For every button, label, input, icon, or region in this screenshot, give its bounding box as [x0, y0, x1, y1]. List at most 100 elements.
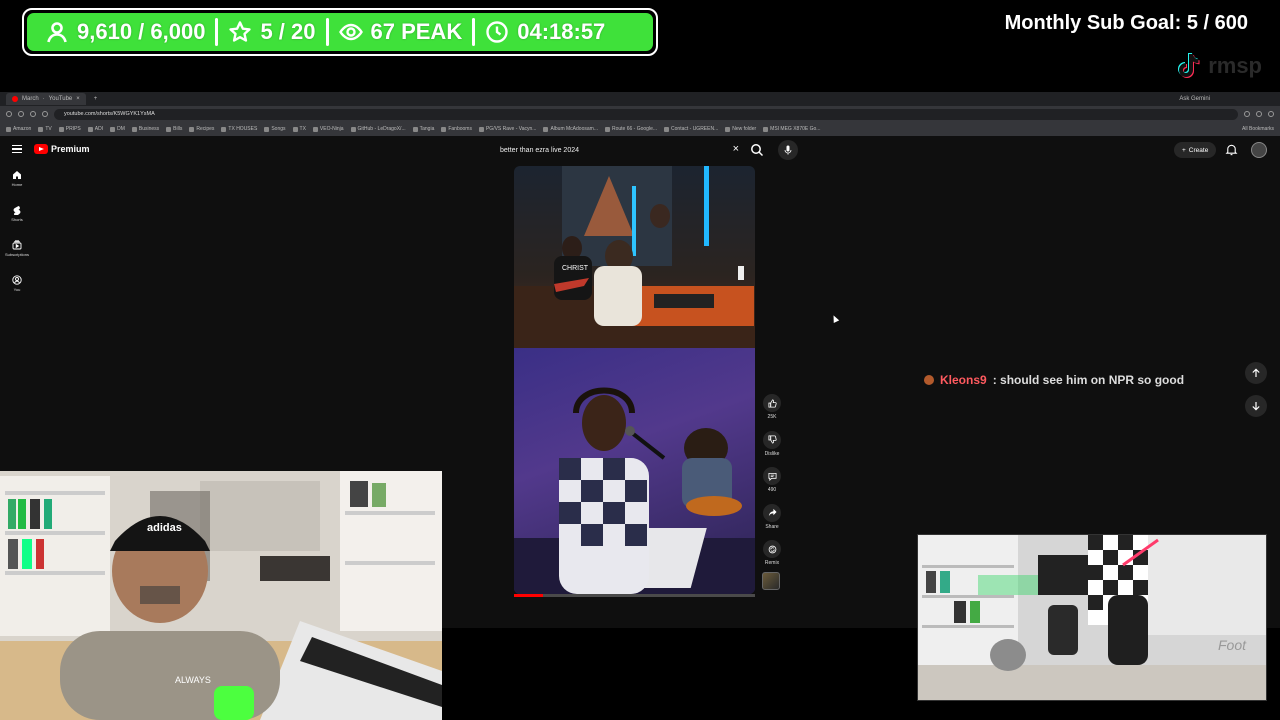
microphone-icon — [784, 145, 792, 155]
shorts-video[interactable]: CHRIST — [514, 166, 755, 594]
bookmark-item[interactable]: DM — [110, 126, 125, 132]
star-icon — [229, 21, 252, 42]
viewers-value: 67 PEAK — [370, 19, 463, 44]
bookmark-label: TX HOUSES — [228, 126, 258, 132]
bookmark-item[interactable]: TX — [292, 126, 306, 132]
bookmark-item[interactable]: PG/VS Rave - Vacyn... — [478, 126, 536, 132]
new-tab-icon[interactable]: + — [94, 96, 98, 102]
notifications-bell-icon[interactable] — [1225, 143, 1238, 156]
bookmark-item[interactable]: New folder — [725, 126, 756, 132]
search-input[interactable]: better than ezra live 2024 × — [493, 141, 745, 159]
comments-action[interactable]: 490 — [760, 467, 784, 504]
bookmark-item[interactable]: Business — [131, 126, 159, 132]
clear-search-icon[interactable]: × — [733, 143, 739, 155]
profile-icon[interactable] — [1268, 111, 1274, 117]
shorts-navigation — [1245, 362, 1267, 428]
folder-icon — [110, 126, 116, 132]
chat-text: : should see him on NPR so good — [992, 373, 1185, 387]
like-action[interactable]: 25K — [760, 394, 784, 431]
sound-thumbnail[interactable] — [762, 572, 780, 590]
dislike-action[interactable]: Dislike — [760, 430, 784, 468]
bookmark-item[interactable]: Recipes — [189, 126, 214, 132]
bookmarks-bar: Amazon TV PRIPS ADI DM Business Bills Recipes TX… — [0, 122, 1280, 136]
bookmark-item[interactable]: Fanbooms — [441, 126, 472, 132]
tab-bar: March · YouTube × + Ask Gemini — [0, 92, 1280, 106]
you-icon — [12, 275, 22, 285]
subscriptions-icon — [12, 240, 22, 250]
bookmark-item[interactable]: Album McAdoosam... — [543, 126, 598, 132]
premium-label: Premium — [51, 144, 90, 154]
bookmark-label: VEO-Ninja — [319, 126, 344, 132]
sub-goal-label: Monthly Sub Goal: 5 / 600 — [1004, 12, 1248, 34]
streamer-webcam: adidas ALWAYS — [0, 471, 442, 720]
bookmark-label: Fanbooms — [448, 126, 472, 132]
all-bookmarks-button[interactable]: All Bookmarks — [1242, 126, 1274, 132]
bookmark-item[interactable]: Bills — [166, 126, 182, 132]
video-progress-bar[interactable] — [514, 594, 755, 597]
bookmark-item[interactable]: PRIPS — [58, 126, 81, 132]
search-query: better than ezra live 2024 — [500, 146, 579, 154]
youtube-logo[interactable]: Premium — [34, 144, 90, 154]
url-field[interactable]: youtube.com/shorts/K5WGYK1YsMA — [54, 108, 1238, 120]
share-action[interactable]: Share — [760, 503, 784, 541]
voice-search-button[interactable] — [778, 140, 798, 160]
bookmark-item[interactable]: Amazon — [6, 126, 31, 132]
stars-value: 5 / 20 — [260, 19, 316, 44]
youtube-sidebar: Home Shorts Subscriptions You — [0, 170, 34, 310]
bookmark-item[interactable]: TV — [38, 126, 52, 132]
stars-stat: 5 / 20 — [218, 19, 325, 45]
bookmark-item[interactable]: TX HOUSES — [221, 126, 257, 132]
folder-icon — [264, 126, 270, 132]
next-short-button[interactable] — [1245, 395, 1267, 417]
folder-icon — [412, 126, 418, 132]
bookmark-label: DM — [117, 126, 125, 132]
previous-short-button[interactable] — [1245, 362, 1267, 384]
comment-count: 490 — [767, 487, 777, 493]
bookmark-item[interactable]: Tangia — [412, 126, 434, 132]
sidebar-item-label: Subscriptions — [4, 252, 29, 257]
video-bottom-scene — [514, 348, 755, 594]
bookmark-item[interactable]: Songs — [264, 126, 286, 132]
thumbs-down-icon — [767, 435, 777, 444]
home-icon — [13, 171, 21, 179]
shirt-text: CHRIST — [562, 265, 589, 272]
youtube-play-icon — [34, 144, 48, 154]
sidebar-item-shorts[interactable]: Shorts — [0, 205, 34, 240]
ask-gemini-button[interactable]: Ask Gemini — [1179, 96, 1210, 102]
bookmark-label: Recipes — [196, 126, 215, 132]
bookmark-label: Songs — [271, 126, 286, 132]
video-top-scene: CHRIST — [514, 166, 755, 348]
back-icon[interactable] — [6, 111, 12, 117]
tiktok-icon — [1178, 53, 1200, 78]
stream-screen: 9,610 / 6,000 5 / 20 67 PEAK 04:18:57 Mo… — [0, 0, 1280, 720]
bookmark-item[interactable]: Contact - UGREEN... — [664, 126, 718, 132]
shorts-actions: 25K Dislike 490 Share Remix — [760, 394, 784, 577]
browser-tab[interactable]: March · YouTube × — [6, 93, 86, 105]
bookmark-item[interactable]: GitHub - LeDragoX/... — [350, 126, 406, 132]
sidebar-item-home[interactable]: Home — [0, 170, 34, 205]
account-avatar[interactable] — [1251, 142, 1267, 158]
menu-icon[interactable] — [12, 145, 22, 153]
sidebar-item-subscriptions[interactable]: Subscriptions — [0, 240, 34, 275]
bookmark-label: Bills — [173, 126, 183, 132]
create-button[interactable]: + Create — [1174, 142, 1217, 158]
remix-label: Remix — [764, 560, 780, 566]
like-count: 25K — [767, 414, 777, 420]
bookmark-item[interactable]: MSI MEG X870E Go... — [763, 126, 820, 132]
bookmark-label: TX — [299, 126, 306, 132]
bookmark-star-icon[interactable] — [1256, 111, 1262, 117]
close-tab-icon[interactable]: × — [76, 96, 80, 102]
empty-panel — [442, 628, 918, 720]
sidebar-item-you[interactable]: You — [0, 275, 34, 310]
tab-separator: · — [42, 96, 45, 102]
bookmark-item[interactable]: Route 66 - Google... — [604, 126, 658, 132]
search-icon[interactable] — [749, 142, 765, 158]
reload-icon[interactable] — [30, 111, 36, 117]
bookmark-label: TV — [45, 126, 52, 132]
bookmark-label: Route 66 - Google... — [611, 126, 658, 132]
home-browser-icon[interactable] — [42, 111, 48, 117]
extension-icon[interactable] — [1244, 111, 1250, 117]
forward-icon[interactable] — [18, 111, 24, 117]
bookmark-item[interactable]: VEO-Ninja — [312, 126, 344, 132]
bookmark-item[interactable]: ADI — [87, 126, 103, 132]
